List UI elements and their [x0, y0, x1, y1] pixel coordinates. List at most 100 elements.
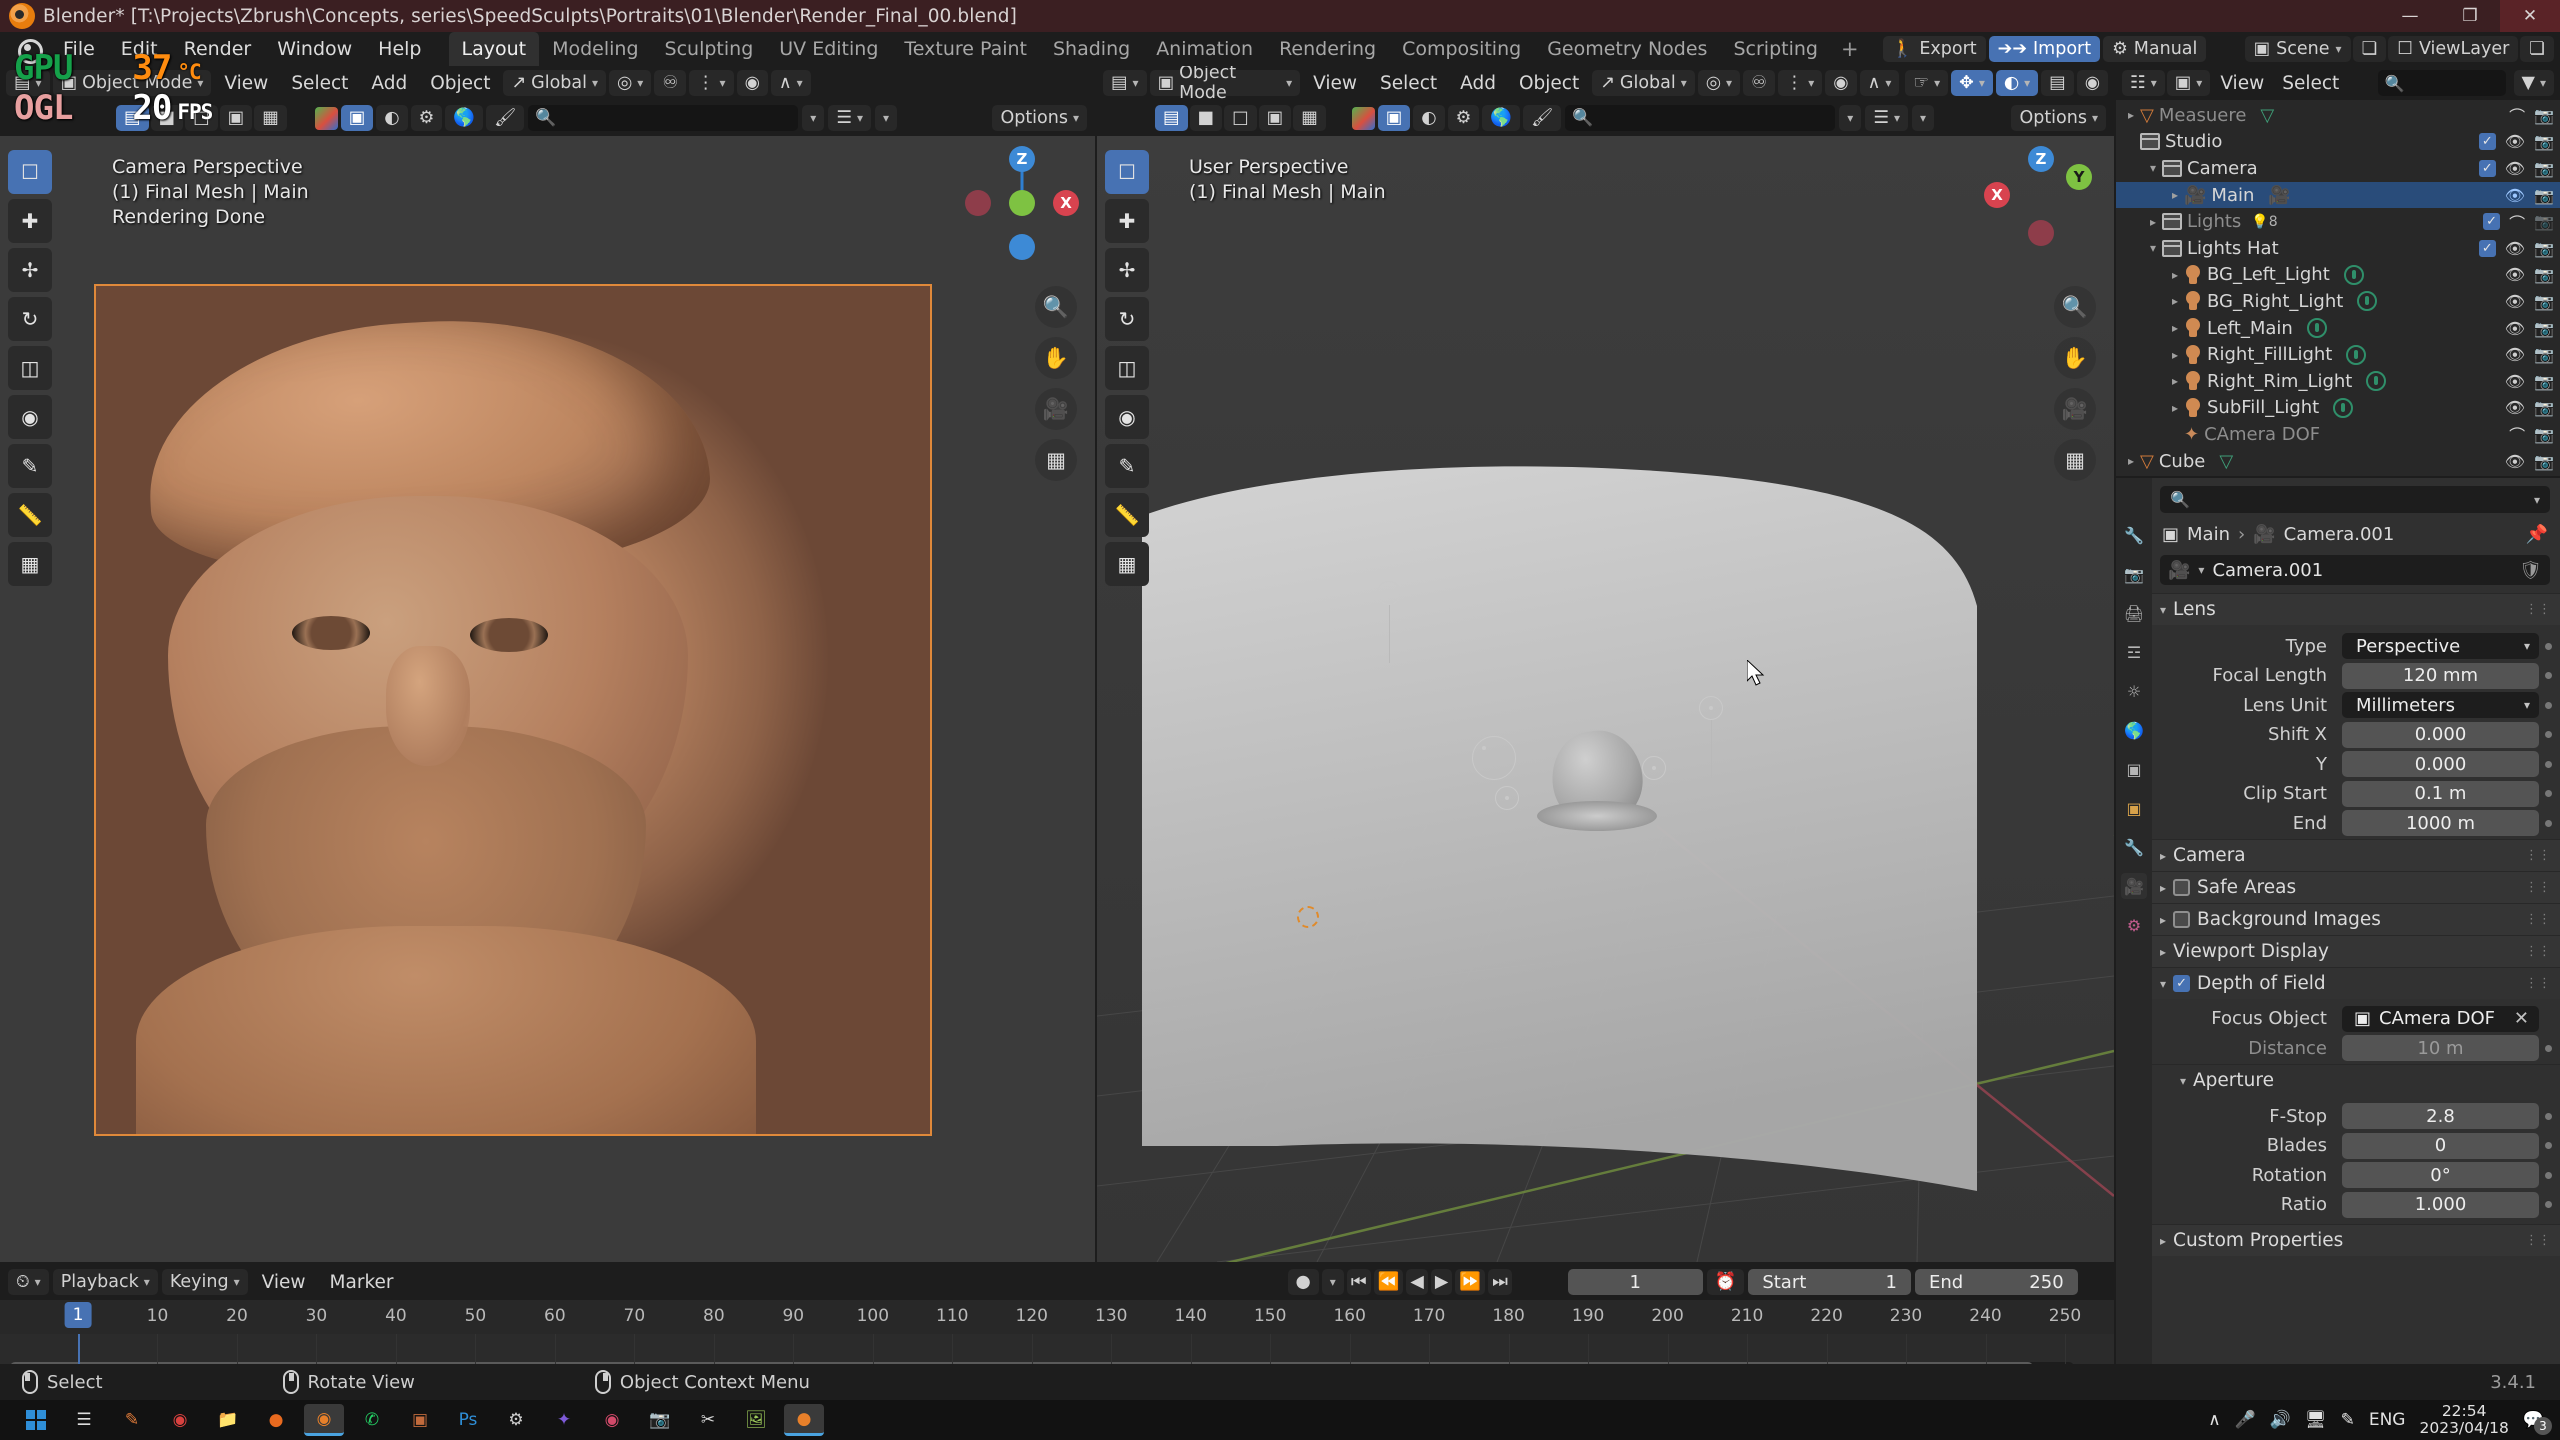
gizmo-axis-z[interactable]: Z [1009, 146, 1035, 172]
datablock-name-field[interactable]: 🎥 ▾ Camera.001 🛡 [2160, 555, 2550, 585]
menu-window[interactable]: Window [264, 32, 365, 66]
select-mode-subtract-right[interactable]: □ [1224, 105, 1257, 131]
jump-to-start-button[interactable]: ⏮ [1346, 1269, 1371, 1295]
snap-toggle-right[interactable]: ♾ [1743, 70, 1775, 96]
file-explorer-icon[interactable]: 📁 [208, 1404, 248, 1436]
tab-tool[interactable]: 🔧 [2121, 522, 2147, 548]
filter-world-button-right[interactable]: 🌎 [1482, 105, 1521, 131]
filter-brush-button[interactable]: 🖌 [486, 105, 525, 131]
mesh-data-icon[interactable]: ▽ [2260, 105, 2274, 126]
outliner-row-controls[interactable]: 👁 📷 [2479, 292, 2554, 311]
viewport-menu-object-left[interactable]: Object [420, 73, 500, 94]
tab-physics[interactable]: ⚙ [2121, 912, 2147, 938]
tool-move[interactable]: ✢ [8, 248, 52, 292]
chevron-down-icon[interactable]: ▾ [2144, 161, 2162, 175]
tab-object-data[interactable]: 🎥 [2121, 873, 2147, 899]
tab-scene[interactable]: ☼ [2121, 678, 2147, 704]
xray-toggle-button[interactable]: ▤ [2041, 70, 2074, 96]
outliner-item-bg-right-light[interactable]: ▸ BG_Right_Light 👁 📷 [2116, 288, 2560, 315]
chevron-down-icon[interactable]: ▾ [2524, 493, 2550, 507]
light-data-icon[interactable] [2306, 318, 2327, 339]
filter-modifiers-button-right[interactable]: ⚙ [1447, 105, 1480, 131]
hand-pan-icon-right[interactable]: ✋ [2054, 337, 2096, 379]
gizmo-axis-x[interactable]: X [1053, 190, 1079, 216]
tool-transform[interactable]: ◉ [8, 395, 52, 439]
outliner-row-controls[interactable]: 👁 📷 [2479, 345, 2554, 364]
chevron-right-icon[interactable]: ▸ [2166, 188, 2184, 202]
outliner-row-controls[interactable]: 👁 📷 [2479, 319, 2554, 338]
tab-animation[interactable]: Animation [1143, 32, 1266, 66]
select-mode-invert-right[interactable]: ▣ [1258, 105, 1292, 131]
pivot-point-right[interactable]: ◎ ▾ [1697, 70, 1741, 96]
animate-dot[interactable] [2545, 1112, 2552, 1120]
tool-cursor-right[interactable]: ✚ [1105, 199, 1149, 243]
tab-output[interactable]: 🖨 [2121, 600, 2147, 626]
tool-rotate[interactable]: ↻ [8, 297, 52, 341]
tool-scale[interactable]: ◫ [8, 346, 52, 390]
outliner-row-controls[interactable]: ✓ 👁 📷 [2478, 159, 2554, 178]
search-dropdown-right[interactable]: ▾ [1839, 105, 1862, 131]
viewport-nav-buttons-left[interactable]: 🔍 ✋ 🎥 ▦ [1035, 286, 1077, 481]
field-value[interactable]: 2.8 [2342, 1103, 2539, 1129]
chevron-right-icon[interactable]: ▸ [2166, 401, 2184, 415]
light-data-icon[interactable] [2346, 344, 2367, 365]
render-camera-icon[interactable]: 📷 [2534, 319, 2554, 338]
outliner-item-studio[interactable]: Studio ✓ 👁 📷 [2116, 129, 2560, 156]
language-indicator[interactable]: ENG [2369, 1410, 2406, 1430]
panel-header-safe-areas[interactable]: ▸ Safe Areas ⋮⋮ [2152, 871, 2560, 903]
falloff-left[interactable]: ∧ ▾ [770, 70, 811, 96]
outliner-search[interactable]: 🔍 [2377, 70, 2560, 96]
zbrush2-icon[interactable]: ▣ [400, 1404, 440, 1436]
tab-view-layer[interactable]: ☲ [2121, 639, 2147, 665]
visibility-eye-icon[interactable]: 👁 [2505, 132, 2525, 151]
tab-world[interactable]: 🌎 [2121, 717, 2147, 743]
outliner-row-controls[interactable]: ✓ 👁 📷 [2478, 239, 2554, 258]
gizmo-axis-y-neg[interactable] [1009, 190, 1035, 216]
field-value[interactable]: 0.000 [2342, 751, 2539, 777]
animate-dot[interactable] [2545, 819, 2552, 827]
outliner-item-lights-hat[interactable]: ▾ Lights Hat ✓ 👁 📷 [2116, 235, 2560, 262]
timeline-editor[interactable]: ⏲ ▾ Playback ▾ Keying ▾ View Marker ● ▾ … [0, 1264, 2114, 1376]
outliner-item-right-filllight[interactable]: ▸ Right_FillLight 👁 📷 [2116, 341, 2560, 368]
chevron-right-icon[interactable]: ▸ [2144, 215, 2162, 229]
outliner-item-camera-dof[interactable]: ✦ CAmera DOF ⌒ 📷 [2116, 421, 2560, 448]
lens-field-shift-x[interactable]: Shift X 0.000 [2152, 721, 2552, 748]
scene-selector[interactable]: ▣ Scene ▾ [2244, 36, 2351, 62]
viewport-toolbar-right[interactable]: ☐ ✚ ✢ ↻ ◫ ◉ ✎ 📏 ▦ [1105, 150, 1149, 586]
overlays-toggle-button[interactable]: ◐ ▾ [1995, 70, 2039, 96]
aperture-field-f-stop[interactable]: F-Stop 2.8 [2152, 1103, 2552, 1130]
timeline-menu-playback[interactable]: Playback ▾ [52, 1269, 158, 1295]
options-button-left[interactable]: Options ▾ [992, 105, 1087, 131]
filter-modifiers-button[interactable]: ⚙ [410, 105, 443, 131]
light-empty-4[interactable] [1472, 736, 1516, 780]
photoshop-icon[interactable]: Ps [448, 1404, 488, 1436]
animate-dot[interactable] [2545, 642, 2552, 650]
visibility-eye-icon[interactable]: 👁 [2505, 372, 2525, 391]
hand-pan-icon[interactable]: ✋ [1035, 337, 1077, 379]
tab-modifiers[interactable]: 🔧 [2121, 834, 2147, 860]
viewport-nav-buttons-right[interactable]: 🔍 ✋ 🎥 ▦ [2054, 286, 2096, 481]
panel-header-background-images[interactable]: ▸ Background Images ⋮⋮ [2152, 903, 2560, 935]
tool-add-cube[interactable]: ▦ [8, 542, 52, 586]
select-mode-new-right[interactable]: ▤ [1155, 105, 1188, 131]
render-camera-icon[interactable]: 📷 [2534, 212, 2554, 231]
tab-compositing[interactable]: Compositing [1389, 32, 1534, 66]
firefox-icon[interactable]: ● [256, 1404, 296, 1436]
editor-type-selector-outliner[interactable]: ☷ ▾ [2122, 70, 2165, 96]
focus-object-row[interactable]: Focus Object ▣ CAmera DOF ✕ [2152, 1005, 2552, 1032]
render-camera-icon[interactable]: 📷 [2534, 159, 2554, 178]
render-camera-icon[interactable]: 📷 [2534, 452, 2554, 471]
animate-dot[interactable] [2545, 1171, 2552, 1179]
tool-annotate-right[interactable]: ✎ [1105, 444, 1149, 488]
outliner-row-controls[interactable]: ⌒ 📷 [2483, 103, 2554, 127]
ortho-persp-icon[interactable]: ▦ [1035, 439, 1077, 481]
tab-layout[interactable]: Layout [448, 32, 540, 66]
outliner-menu-select[interactable]: Select [2274, 73, 2347, 94]
microphone-icon[interactable]: 🎤 [2235, 1410, 2256, 1430]
play-button[interactable]: ▶ [1430, 1269, 1453, 1295]
visibility-eye-icon[interactable]: 👁 [2505, 292, 2525, 311]
tab-uv-editing[interactable]: UV Editing [766, 32, 891, 66]
tool-move-right[interactable]: ✢ [1105, 248, 1149, 292]
outliner-item-lights[interactable]: ▸ Lights 💡8 ✓ ⌒ 📷 [2116, 208, 2560, 235]
snap-settings-right[interactable]: ⋮ ▾ [1777, 70, 1823, 96]
